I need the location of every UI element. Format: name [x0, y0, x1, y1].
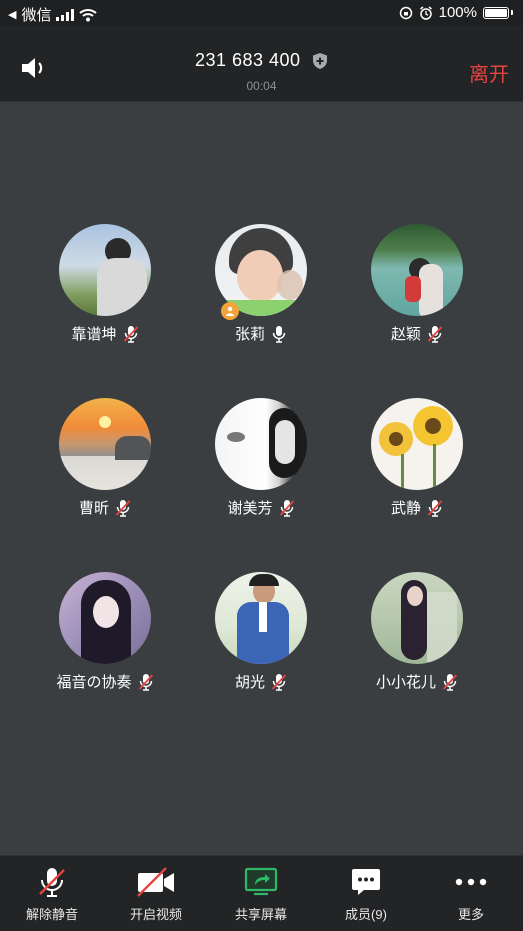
host-badge [221, 302, 239, 320]
avatar [371, 224, 463, 316]
wifi-icon [79, 8, 98, 21]
shield-icon[interactable] [312, 52, 328, 70]
participant-tile[interactable]: 小小花儿 [339, 572, 495, 692]
mic-muted-icon [123, 325, 138, 343]
participant-tile[interactable]: 武静 [339, 398, 495, 518]
mic-muted-icon [115, 499, 131, 517]
unmute-label: 解除静音 [25, 907, 78, 922]
avatar [371, 572, 463, 664]
start-video-button[interactable]: 开启视频 [104, 866, 208, 923]
members-label: 成员(9) [345, 907, 387, 922]
participant-tile[interactable]: 胡光 [183, 572, 339, 692]
members-button[interactable]: 成员(9) [314, 866, 418, 923]
meeting-timer: 00:04 [246, 79, 277, 93]
chat-bubble-icon [352, 869, 380, 895]
participant-tile[interactable]: 谢美芳 [183, 398, 339, 518]
user-icon [226, 306, 234, 316]
participant-tile[interactable]: 曹昕 [27, 398, 183, 518]
participant-tile[interactable]: 福音の协奏 [27, 572, 183, 692]
participant-name: 赵颖 [390, 326, 421, 343]
meeting-header: 231 683 400 00:04 离开 [0, 26, 523, 102]
status-right: 100% [399, 4, 513, 21]
share-screen-icon [244, 867, 278, 896]
mic-muted-icon [271, 673, 287, 691]
participant-tile[interactable]: 赵颖 [339, 224, 495, 344]
bottom-toolbar: 解除静音 开启视频 共享屏幕 成员(9) 更多 [0, 855, 523, 931]
participant-name: 靠谱坤 [71, 326, 117, 343]
meeting-id[interactable]: 231 683 400 [195, 50, 301, 70]
mic-muted-icon [442, 673, 458, 691]
more-dots-icon [455, 878, 487, 886]
more-label: 更多 [457, 907, 484, 922]
avatar [215, 572, 307, 664]
mic-muted-icon [427, 325, 443, 343]
avatar [59, 398, 151, 490]
battery-percent: 100% [438, 4, 477, 21]
mic-muted-icon [427, 499, 443, 517]
meeting-id-row: 231 683 400 [0, 50, 523, 71]
share-screen-button[interactable]: 共享屏幕 [209, 866, 313, 923]
back-app-label[interactable]: 微信 [21, 4, 51, 25]
share-screen-label: 共享屏幕 [234, 907, 287, 922]
alarm-icon [419, 5, 432, 20]
unmute-button[interactable]: 解除静音 [0, 866, 104, 923]
participant-name: 谢美芳 [227, 500, 273, 517]
participant-tile[interactable]: 靠谱坤 [27, 224, 183, 344]
participant-name: 武静 [390, 500, 421, 517]
participant-name: 胡光 [234, 674, 265, 691]
mic-muted-icon [279, 499, 294, 517]
avatar [215, 398, 307, 490]
signal-icon [56, 8, 75, 21]
battery-cap [511, 10, 513, 15]
more-button[interactable]: 更多 [419, 866, 523, 923]
mic-icon [272, 325, 286, 343]
battery-icon [483, 6, 509, 19]
participant-name: 曹昕 [78, 500, 109, 517]
avatar [59, 572, 151, 664]
mic-muted-icon [39, 868, 65, 897]
participant-name: 张莉 [234, 326, 265, 343]
participant-name: 福音の协奏 [56, 674, 132, 691]
leave-button[interactable]: 离开 [469, 58, 509, 87]
participant-tile[interactable]: 张莉 [183, 224, 339, 344]
status-left: ◀ 微信 [8, 4, 98, 25]
avatar [59, 224, 151, 316]
avatar [371, 398, 463, 490]
back-arrow-icon[interactable]: ◀ [8, 8, 16, 21]
video-off-icon [137, 867, 174, 897]
start-video-label: 开启视频 [129, 907, 182, 922]
mic-muted-icon [138, 673, 153, 691]
status-bar: ◀ 微信 100% [0, 0, 523, 26]
participant-name: 小小花儿 [375, 674, 436, 691]
rotation-lock-icon [399, 6, 412, 19]
